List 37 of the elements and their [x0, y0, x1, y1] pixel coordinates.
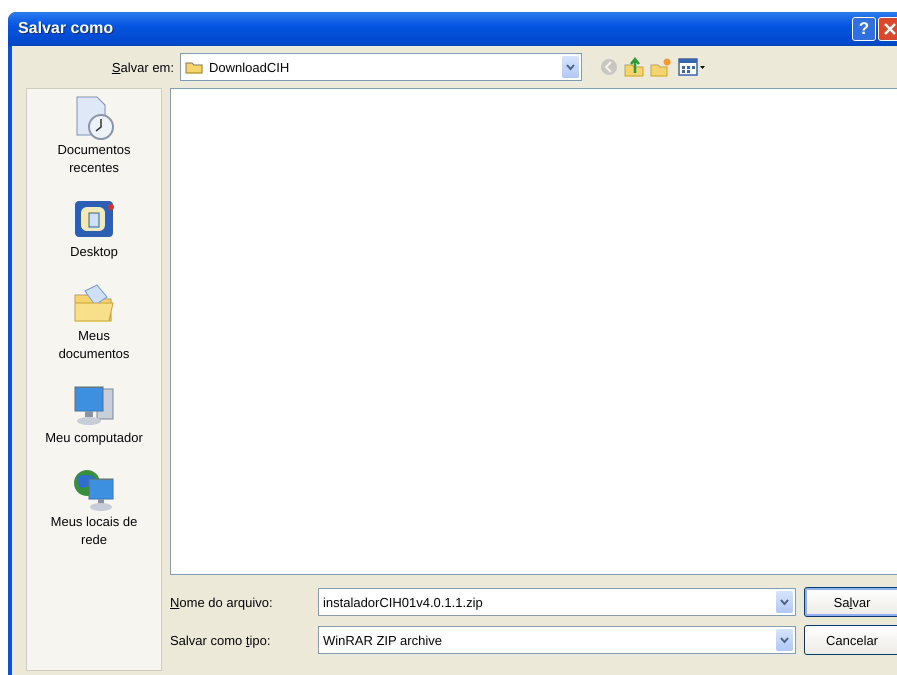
places-item[interactable]: Desktop — [39, 195, 149, 263]
file-name-field[interactable]: instaladorCIH01v4.0.1.1.zip — [318, 588, 796, 616]
chevron-down-icon — [780, 598, 789, 606]
save-in-dropdown[interactable]: DownloadCIH — [180, 53, 582, 81]
file-type-dropdown[interactable]: WinRAR ZIP archive — [318, 626, 796, 654]
save-button[interactable]: Salvar — [804, 587, 897, 617]
places-item[interactable]: Meus documentos — [39, 279, 149, 365]
file-type-value: WinRAR ZIP archive — [323, 632, 443, 648]
dropdown-button[interactable] — [776, 629, 793, 651]
new-folder-icon — [650, 57, 672, 77]
close-icon — [883, 22, 897, 36]
places-item-label: Desktop — [70, 243, 118, 261]
close-button[interactable] — [878, 17, 897, 41]
view-menu-button[interactable] — [678, 58, 706, 76]
file-name-label: Nome do arquivo: — [170, 594, 274, 610]
places-item-label: Meus documentos — [58, 327, 130, 363]
cancel-button[interactable]: Cancelar — [804, 625, 897, 655]
folder-up-icon — [624, 57, 644, 77]
file-name-value: instaladorCIH01v4.0.1.1.zip — [323, 594, 484, 610]
places-item-label: Meus locais de rede — [50, 513, 138, 549]
save-in-label: Salvar em: — [110, 60, 174, 74]
chevron-down-icon — [780, 636, 789, 644]
folder-icon — [185, 60, 203, 74]
places-item[interactable]: Meus locais de rede — [39, 465, 149, 551]
places-item[interactable]: Documentos recentes — [39, 93, 149, 179]
chevron-down-icon — [566, 64, 575, 70]
dropdown-button[interactable] — [562, 56, 579, 78]
up-folder-button[interactable] — [624, 57, 644, 77]
places-item-label: Meu computador — [45, 429, 143, 447]
window-title: Salvar como — [18, 20, 114, 38]
folder-name: DownloadCIH — [209, 60, 290, 74]
help-button[interactable]: ? — [852, 17, 876, 41]
file-type-label: Salvar como tipo: — [170, 632, 272, 648]
view-grid-icon — [678, 58, 706, 76]
places-item[interactable]: Meu computador — [39, 381, 149, 449]
dropdown-button[interactable] — [776, 591, 793, 613]
places-item-label: Documentos recentes — [56, 141, 132, 177]
